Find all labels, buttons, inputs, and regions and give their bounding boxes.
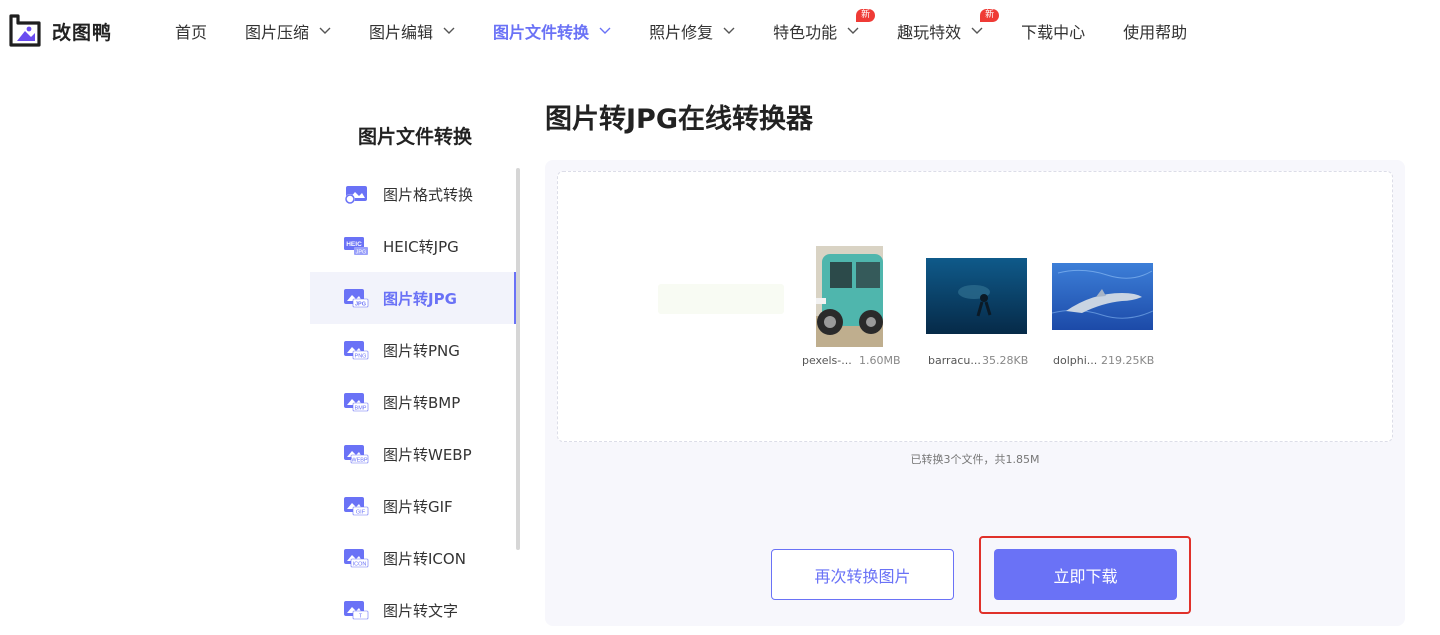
new-badge: 新 — [856, 9, 876, 22]
sidebar-item-label: 图片转JPG — [383, 289, 457, 308]
chevron-down-icon — [971, 27, 983, 34]
nav-label: 特色功能 — [773, 23, 838, 42]
sidebar-item-label: 图片转GIF — [383, 497, 453, 516]
nav-photo-repair[interactable]: 照片修复 — [649, 0, 735, 62]
sidebar-title: 图片文件转换 — [357, 126, 472, 148]
sidebar-item-label: 图片转PNG — [383, 341, 460, 360]
sidebar-item-label: 图片转BMP — [383, 393, 461, 412]
sidebar-item-to-jpg[interactable]: JPG 图片转JPG — [310, 272, 518, 324]
file-size: 35.28KB — [982, 354, 1029, 367]
svg-text:PNG: PNG — [355, 354, 367, 360]
image-convert-icon — [343, 184, 369, 204]
sidebar-scrollbar[interactable] — [516, 168, 520, 550]
svg-text:GIF: GIF — [356, 510, 366, 516]
sidebar-item-to-bmp[interactable]: BMP 图片转BMP — [310, 376, 518, 428]
nav-label: 图片压缩 — [245, 23, 310, 42]
reconvert-button[interactable]: 再次转换图片 — [771, 549, 954, 600]
logo-icon — [8, 14, 42, 48]
faded-placeholder — [658, 284, 784, 314]
file-size: 1.60MB — [859, 354, 901, 367]
nav-label: 照片修复 — [649, 23, 714, 42]
gif-icon: GIF — [343, 496, 369, 516]
jpg-icon: JPG — [343, 288, 369, 308]
sidebar-item-label: 图片转文字 — [383, 601, 459, 620]
svg-text:BMP: BMP — [355, 406, 367, 412]
sidebar-item-to-png[interactable]: PNG 图片转PNG — [310, 324, 518, 376]
nav-label: 下载中心 — [1021, 23, 1086, 42]
webp-icon: WEBP — [343, 444, 369, 464]
dolphin-photo-thumbnail[interactable] — [1051, 263, 1154, 330]
file-name: dolphi... — [1053, 354, 1098, 367]
nav-label: 首页 — [175, 23, 208, 42]
sidebar-item-label: 图片转ICON — [383, 549, 466, 568]
main-nav: 首页 图片压缩 图片编辑 图片文件转换 照片修复 特色功能 新 趣玩特效 新 下… — [175, 0, 1225, 62]
sidebar-item-to-webp[interactable]: WEBP 图片转WEBP — [310, 428, 518, 480]
chevron-down-icon — [443, 27, 455, 34]
sidebar-item-to-icon[interactable]: ICON 图片转ICON — [310, 532, 518, 584]
new-badge: 新 — [980, 9, 1000, 22]
svg-text:HEIC: HEIC — [346, 241, 362, 248]
image-text-icon: T — [343, 600, 369, 620]
nav-fun-effects[interactable]: 趣玩特效 新 — [897, 0, 1000, 62]
nav-label: 图片文件转换 — [493, 23, 590, 42]
svg-text:ICON: ICON — [353, 562, 367, 568]
top-nav-bar: 改图鸭 首页 图片压缩 图片编辑 图片文件转换 照片修复 特色功能 新 趣玩特效 — [0, 0, 1440, 62]
svg-text:JPG: JPG — [355, 302, 366, 308]
page-title: 图片转JPG在线转换器 — [545, 104, 813, 135]
nav-file-convert[interactable]: 图片文件转换 — [493, 0, 611, 62]
chevron-down-icon — [723, 27, 735, 34]
sidebar-item-label: 图片转WEBP — [383, 445, 472, 464]
file-name: pexels-... — [802, 354, 852, 367]
chevron-down-icon — [319, 27, 331, 34]
converter-panel: pexels-... 1.60MB barracu... 35.28KB dol… — [545, 160, 1405, 626]
file-name: barracu... — [928, 354, 981, 367]
sidebar: 图片格式转换 HEIC JPG HEIC转JPG JPG 图片转JPG PNG 图… — [310, 168, 518, 635]
nav-label: 趣玩特效 — [897, 23, 962, 42]
download-button[interactable]: 立即下载 — [994, 549, 1177, 600]
nav-image-edit[interactable]: 图片编辑 — [369, 0, 455, 62]
svg-text:JPG: JPG — [356, 250, 367, 256]
sidebar-item-to-gif[interactable]: GIF 图片转GIF — [310, 480, 518, 532]
svg-text:WEBP: WEBP — [351, 458, 368, 464]
nav-label: 使用帮助 — [1123, 23, 1188, 42]
chevron-down-icon — [847, 27, 859, 34]
sidebar-item-heic-jpg[interactable]: HEIC JPG HEIC转JPG — [310, 220, 518, 272]
png-icon: PNG — [343, 340, 369, 360]
sidebar-item-format-convert[interactable]: 图片格式转换 — [310, 168, 518, 220]
chevron-down-icon — [599, 27, 611, 34]
heic-jpg-icon: HEIC JPG — [343, 236, 369, 256]
file-dropzone[interactable]: pexels-... 1.60MB barracu... 35.28KB dol… — [557, 171, 1393, 442]
nav-help[interactable]: 使用帮助 — [1123, 0, 1187, 62]
sidebar-item-label: 图片格式转换 — [383, 185, 474, 204]
car-photo-thumbnail[interactable] — [816, 246, 883, 347]
diver-photo-thumbnail[interactable] — [926, 258, 1027, 334]
bmp-icon: BMP — [343, 392, 369, 412]
conversion-summary: 已转换3个文件，共1.85M — [910, 453, 1040, 466]
nav-special-features[interactable]: 特色功能 新 — [773, 0, 876, 62]
file-size: 219.25KB — [1101, 354, 1155, 367]
sidebar-item-label: HEIC转JPG — [383, 237, 459, 256]
app-name: 改图鸭 — [52, 21, 113, 44]
ico-icon: ICON — [343, 548, 369, 568]
nav-label: 图片编辑 — [369, 23, 434, 42]
nav-download-center[interactable]: 下载中心 — [1021, 0, 1085, 62]
logo[interactable]: 改图鸭 — [8, 14, 112, 48]
nav-image-compress[interactable]: 图片压缩 — [245, 0, 331, 62]
nav-home[interactable]: 首页 — [175, 0, 207, 62]
sidebar-item-to-text[interactable]: T 图片转文字 — [310, 584, 518, 635]
